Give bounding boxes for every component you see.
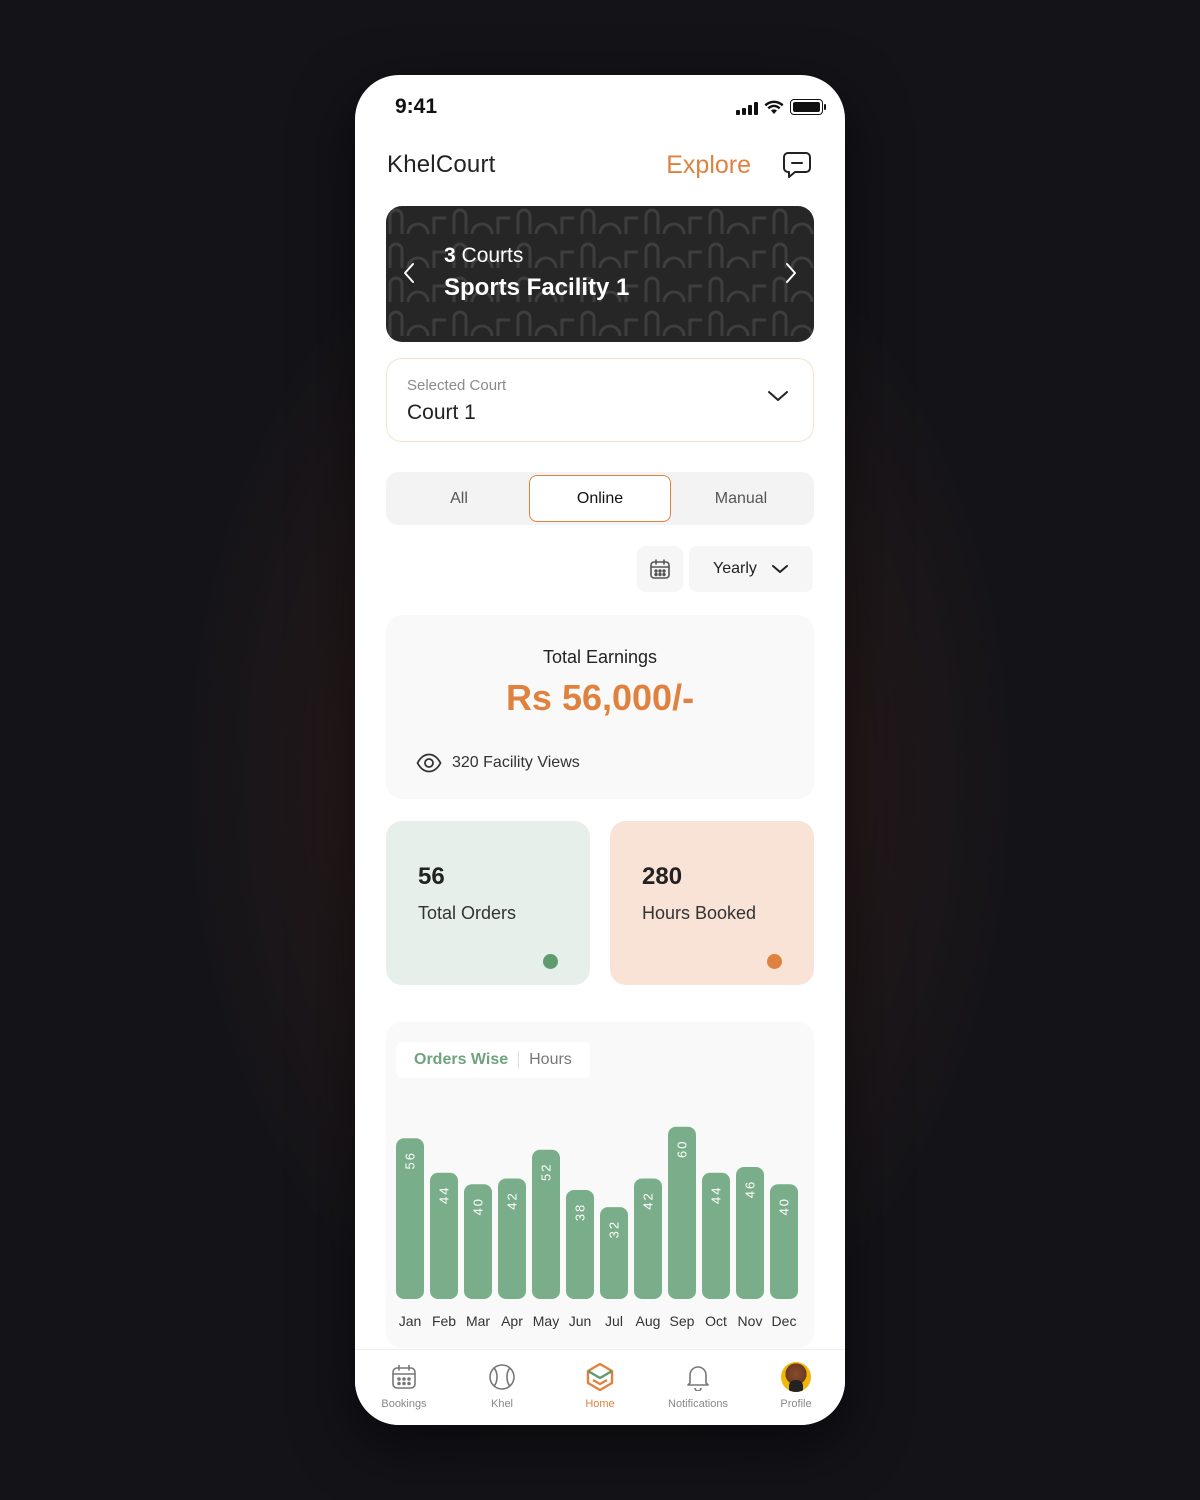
home-icon (585, 1362, 615, 1392)
carousel-next-button[interactable] (776, 258, 806, 288)
earnings-title: Total Earnings (542, 647, 658, 667)
explore-link[interactable]: Explore (666, 151, 751, 180)
status-time: 9:41 (395, 95, 438, 118)
message-icon[interactable] (781, 149, 813, 181)
calendar-icon (389, 1362, 419, 1392)
segment-all[interactable]: All (389, 475, 529, 522)
bar-value-label: 40 (471, 1197, 486, 1215)
bar-value-label: 44 (437, 1185, 452, 1203)
tab-hours[interactable]: Hours (518, 1051, 582, 1069)
nav-label: Notifications (668, 1398, 728, 1410)
x-axis-label: Dec (772, 1313, 797, 1329)
bar-value-label: 40 (777, 1197, 792, 1215)
nav-notifications[interactable]: Notifications (649, 1350, 747, 1425)
orders-chart-card: 56 Jan 44 Feb 40 Mar 42 Apr 52 May 38 Jun 32 Jul 42 Aug… (386, 1022, 814, 1348)
phone-screen: 9:41 KhelCourt Explore 3 Courts Sports F… (355, 75, 845, 1425)
court-select-label: Selected Court (407, 377, 507, 394)
x-axis-label: May (533, 1313, 559, 1329)
booking-type-segmented-control: All Online Manual (386, 472, 814, 525)
wifi-icon (764, 100, 784, 114)
eye-icon (416, 753, 442, 773)
nav-bookings[interactable]: Bookings (355, 1350, 453, 1425)
period-select[interactable]: Yearly (689, 546, 813, 592)
carousel-prev-button[interactable] (394, 258, 424, 288)
status-dot (767, 954, 782, 969)
bar-value-label: 60 (675, 1140, 690, 1158)
court-select-value: Court 1 (407, 401, 476, 424)
signal-icon (736, 101, 758, 115)
chevron-down-icon (768, 391, 788, 401)
bottom-navigation: Bookings Khel Home Notifications Profile (355, 1349, 845, 1425)
ball-icon (487, 1362, 517, 1392)
segment-online[interactable]: Online (529, 475, 671, 522)
facility-views: 320 Facility Views (416, 753, 580, 773)
chart-tabs: Orders Wise Hours (396, 1042, 590, 1078)
x-axis-label: Jun (569, 1313, 592, 1329)
bar-value-label: 38 (573, 1203, 588, 1221)
x-axis-label: Jul (605, 1313, 623, 1329)
status-dot (543, 954, 558, 969)
nav-label: Khel (490, 1398, 514, 1410)
earnings-amount: Rs 56,000/- (505, 677, 695, 718)
tab-orders-wise[interactable]: Orders Wise (404, 1051, 518, 1069)
period-value: Yearly (713, 560, 757, 577)
nav-home[interactable]: Home (551, 1350, 649, 1425)
total-orders-value: 56 (418, 863, 445, 890)
x-axis-label: Apr (501, 1313, 523, 1329)
segment-manual[interactable]: Manual (671, 475, 811, 522)
court-select-dropdown[interactable]: Selected Court Court 1 (386, 358, 814, 442)
facility-views-text: 320 Facility Views (452, 754, 580, 771)
facility-name: Sports Facility 1 (444, 274, 630, 301)
bar-value-label: 44 (709, 1185, 724, 1203)
bar-value-label: 56 (403, 1151, 418, 1169)
bar-value-label: 42 (505, 1191, 520, 1209)
facility-info: 3 Courts Sports Facility 1 (444, 244, 629, 302)
nav-khel[interactable]: Khel (453, 1350, 551, 1425)
x-axis-label: Aug (636, 1313, 661, 1329)
chevron-down-icon (771, 565, 788, 573)
x-axis-label: Mar (466, 1313, 490, 1329)
x-axis-label: Nov (738, 1313, 763, 1329)
hours-booked-value: 280 (642, 863, 683, 890)
bell-icon (683, 1362, 713, 1392)
bar-value-label: 46 (743, 1180, 758, 1198)
hours-booked-label: Hours Booked (642, 903, 757, 923)
calendar-icon (650, 559, 670, 579)
bar-value-label: 52 (539, 1163, 554, 1181)
x-axis-label: Sep (670, 1313, 695, 1329)
app-title: KhelCourt (387, 151, 496, 178)
facility-carousel-card[interactable]: 3 Courts Sports Facility 1 (386, 206, 814, 342)
bar-value-label: 42 (641, 1191, 656, 1209)
calendar-button[interactable] (637, 546, 683, 592)
nav-label: Bookings (381, 1398, 427, 1410)
total-orders-card[interactable]: 56 Total Orders (386, 821, 590, 985)
nav-profile[interactable]: Profile (747, 1350, 845, 1425)
earnings-card: Total Earnings Rs 56,000/- 320 Facility … (386, 615, 814, 799)
date-filter-row: Yearly (637, 546, 813, 592)
app-header: KhelCourt Explore (387, 145, 813, 185)
bar-value-label: 32 (607, 1220, 622, 1238)
status-icons (736, 99, 826, 115)
nav-label: Home (585, 1398, 615, 1410)
x-axis-label: Jan (399, 1313, 422, 1329)
avatar (781, 1362, 811, 1392)
x-axis-label: Oct (705, 1313, 727, 1329)
total-orders-label: Total Orders (418, 903, 517, 923)
x-axis-label: Feb (432, 1313, 456, 1329)
courts-count: 3 Courts (444, 244, 524, 267)
hours-booked-card[interactable]: 280 Hours Booked (610, 821, 814, 985)
status-bar: 9:41 (355, 75, 845, 137)
nav-label: Profile (780, 1398, 812, 1410)
battery-icon (790, 99, 826, 115)
